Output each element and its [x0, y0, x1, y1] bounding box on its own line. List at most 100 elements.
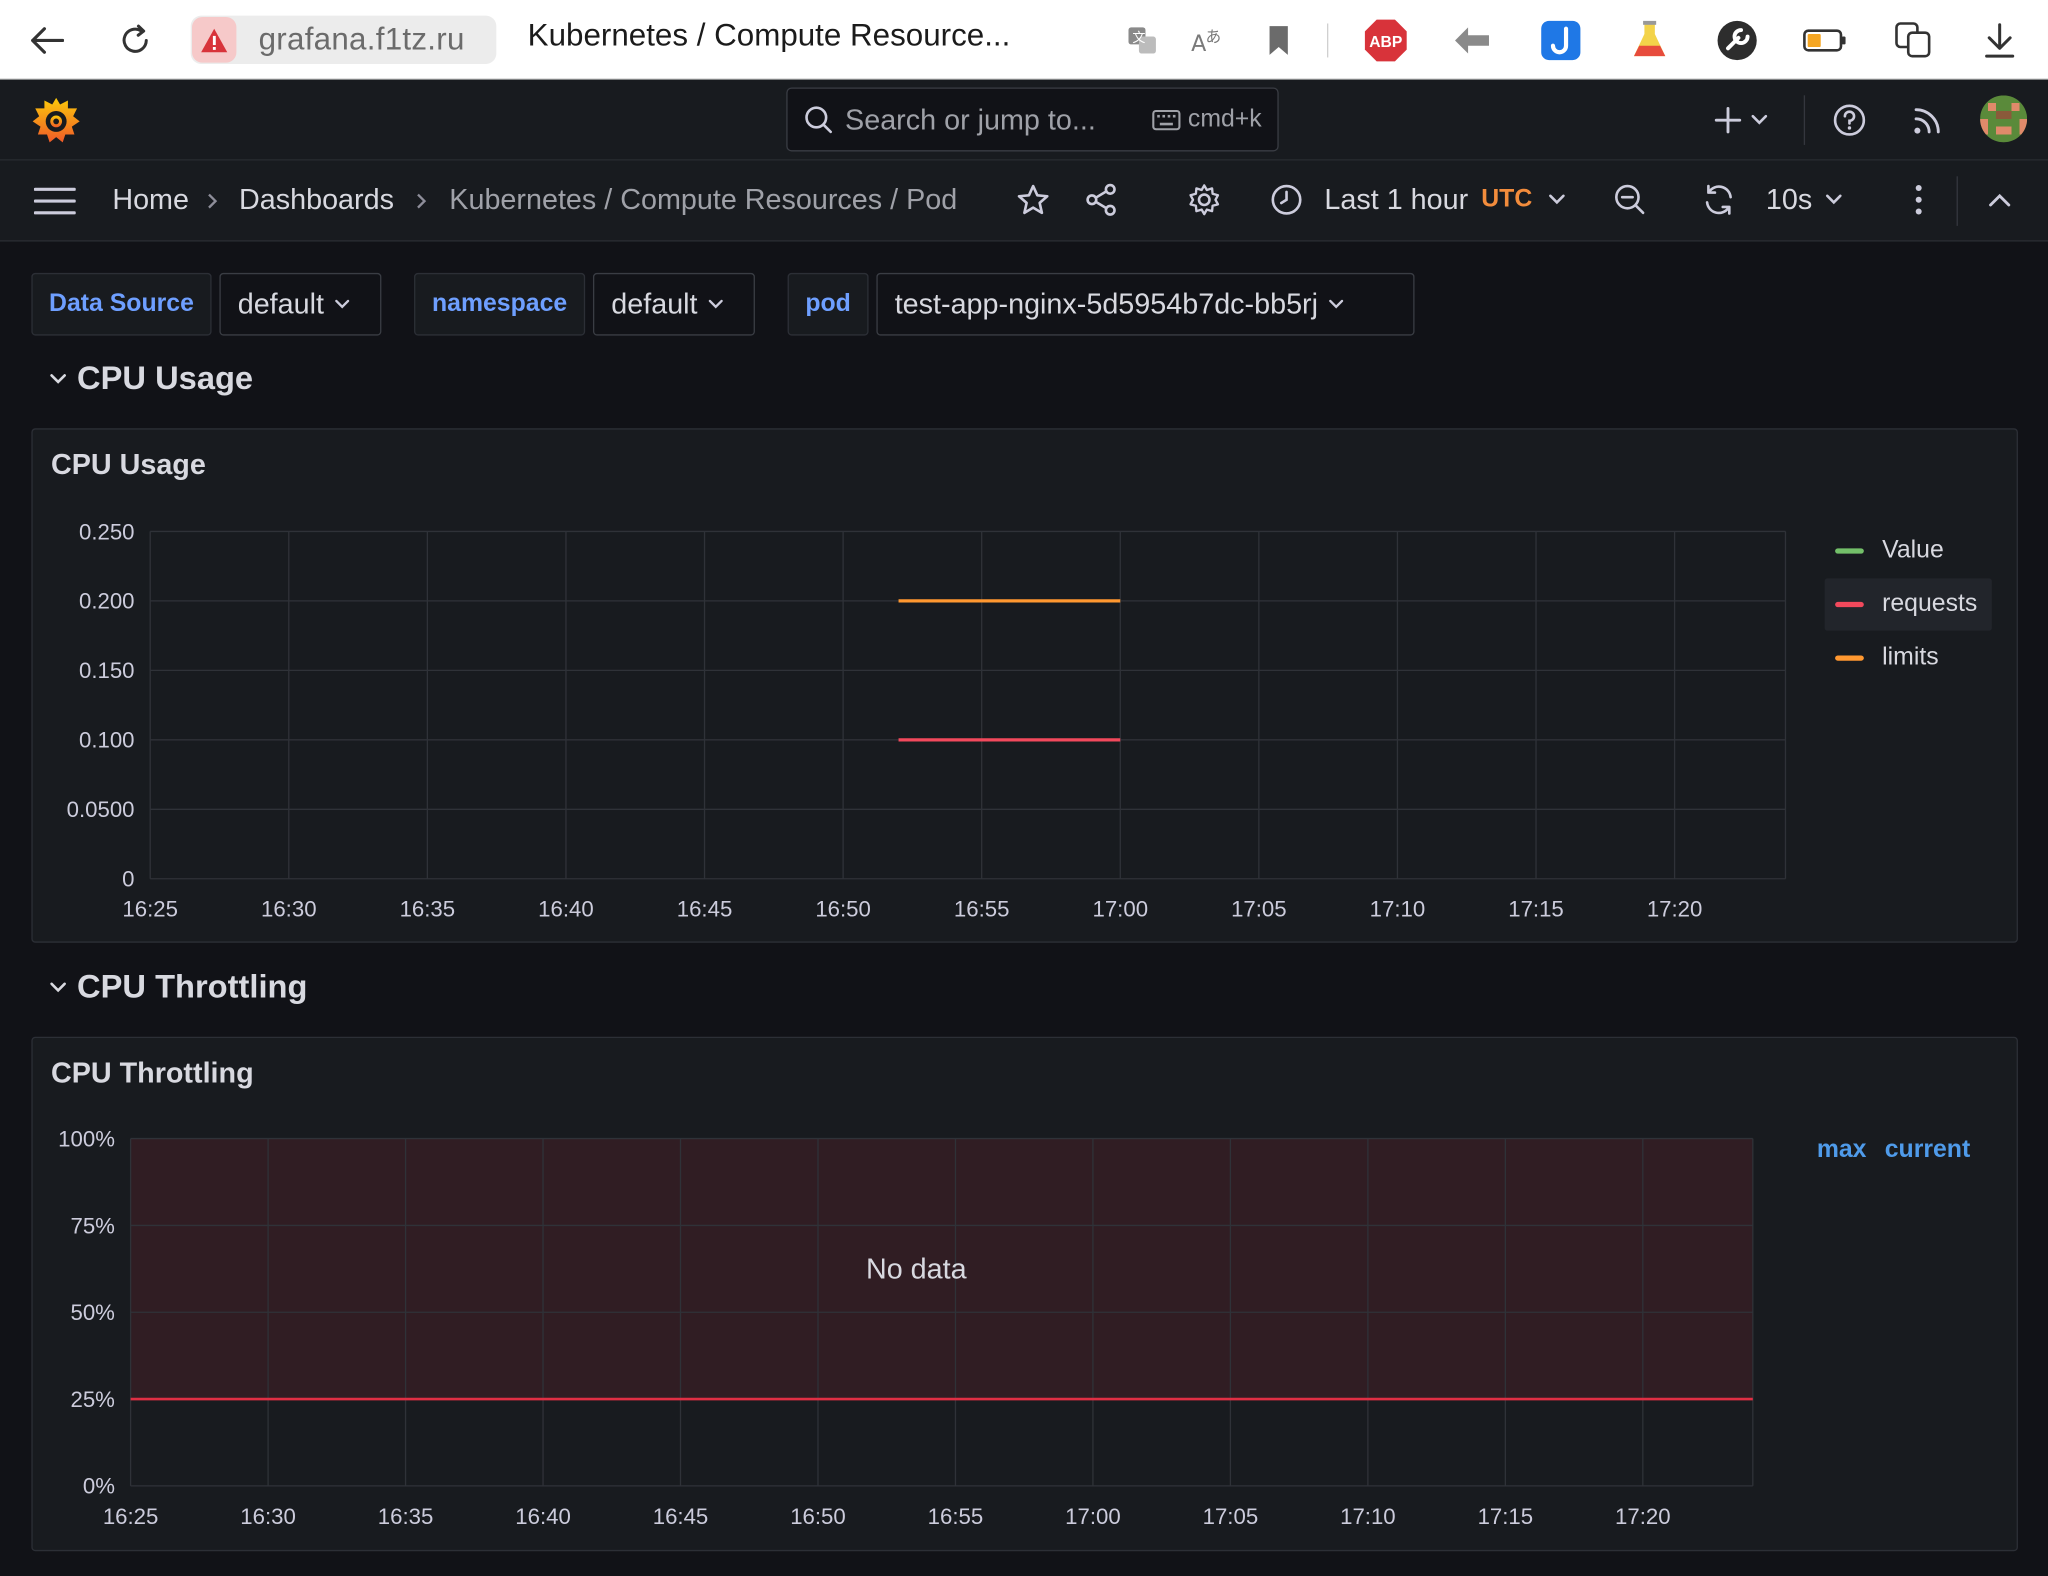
wrench-extension-icon[interactable]	[1715, 18, 1759, 62]
tabs-extension-icon[interactable]	[1891, 18, 1935, 62]
search-icon	[805, 105, 832, 133]
namespace-variable-value: default	[611, 287, 698, 320]
no-data-message: No data	[865, 1252, 967, 1285]
legend-column-current[interactable]: current	[1885, 1136, 1971, 1165]
pod-variable-select[interactable]: test-app-nginx-5d5954b7dc-bb5rj	[876, 272, 1415, 336]
x-tick-label: 17:10	[1340, 1504, 1396, 1529]
refresh-button[interactable]	[1695, 176, 1742, 223]
datasource-variable-select[interactable]: default	[219, 272, 382, 336]
keyboard-icon	[1151, 109, 1180, 130]
chevron-down-icon	[1751, 114, 1768, 125]
panel-cpu-throttling: CPU Throttling 0% 25% 50% 75% 100% 16:25 16:30…	[31, 1036, 2018, 1552]
legend-label: Value	[1882, 536, 1944, 565]
row-cpu-usage[interactable]: CPU Usage	[50, 360, 253, 398]
flask-icon[interactable]	[1627, 18, 1671, 62]
x-tick-label: 16:30	[240, 1504, 296, 1529]
chevron-down-icon	[1826, 194, 1843, 205]
breadcrumb-home[interactable]: Home	[112, 183, 189, 217]
translate-page-icon[interactable]: 文	[1121, 18, 1165, 62]
refresh-interval-picker[interactable]: 10s	[1766, 176, 1860, 223]
bookmark-icon[interactable]	[1256, 18, 1300, 62]
legend-label: requests	[1882, 590, 1978, 618]
y-tick-label: 50%	[71, 1300, 115, 1325]
share-button[interactable]	[1079, 176, 1123, 223]
time-range-label: Last 1 hour	[1324, 182, 1469, 216]
cpu-throttling-chart: 0% 25% 50% 75% 100% 16:25 16:30 16:35 16:40 16:45…	[58, 1126, 1754, 1529]
legend-swatch	[1835, 548, 1864, 554]
x-tick-label: 16:25	[122, 897, 178, 922]
refresh-interval-label: 10s	[1765, 182, 1813, 216]
legend-label: limits	[1882, 643, 1939, 672]
svg-text:A: A	[1191, 31, 1206, 57]
y-tick-label: 0.150	[79, 658, 135, 683]
toolbar-divider	[1956, 176, 1958, 226]
x-tick-label: 17:05	[1231, 897, 1287, 922]
address-bar[interactable]: grafana.f1tz.ru	[190, 15, 497, 64]
reload-icon	[122, 24, 148, 53]
back-button[interactable]	[26, 20, 68, 62]
y-tick-label: 0.0500	[67, 797, 135, 822]
pod-variable-value: test-app-nginx-5d5954b7dc-bb5rj	[894, 287, 1319, 320]
svg-text:ABP: ABP	[1369, 34, 1402, 51]
menu-button[interactable]	[31, 179, 78, 223]
row-cpu-throttling[interactable]: CPU Throttling	[50, 969, 307, 1007]
chevron-right-icon	[208, 193, 218, 209]
search-bar[interactable]: Search or jump to... cmd+k	[786, 87, 1279, 152]
zoom-out-icon	[1615, 184, 1645, 215]
help-button[interactable]	[1826, 97, 1873, 144]
y-tick-label: 0%	[83, 1474, 115, 1499]
text-translate-icon[interactable]: Aあ	[1186, 18, 1230, 62]
hamburger-menu-icon	[33, 187, 76, 215]
datasource-variable-value: default	[237, 287, 324, 320]
x-tick-label: 17:20	[1647, 897, 1703, 922]
collapse-toolbar-button[interactable]	[1977, 176, 2021, 223]
grafana-top-nav: Search or jump to... cmd+k	[0, 79, 2048, 161]
warning-icon[interactable]	[191, 16, 237, 63]
timezone-label: UTC	[1481, 185, 1533, 213]
j-extension-icon[interactable]	[1539, 18, 1583, 62]
legend-column-max[interactable]: max	[1817, 1136, 1867, 1165]
time-picker[interactable]: Last 1 hour UTC	[1270, 176, 1578, 223]
dashboard-toolbar: Home Dashboards Kubernetes / Compute Res…	[0, 160, 2048, 242]
namespace-variable-select[interactable]: default	[592, 272, 755, 336]
grafana-logo-icon[interactable]	[29, 94, 84, 146]
more-options-button[interactable]	[1899, 176, 1938, 223]
chevron-down-icon	[708, 299, 723, 309]
legend-item-value[interactable]: Value	[1825, 525, 1992, 577]
breadcrumb-dashboards[interactable]: Dashboards	[239, 183, 394, 217]
legend-item-limits[interactable]: limits	[1825, 632, 1992, 684]
plus-icon	[1714, 106, 1742, 134]
rss-icon	[1914, 108, 1940, 134]
star-icon	[1017, 184, 1049, 215]
zoom-out-button[interactable]	[1607, 176, 1654, 223]
gear-icon	[1189, 184, 1220, 216]
search-shortcut: cmd+k	[1151, 105, 1262, 134]
x-tick-label: 17:05	[1203, 1504, 1259, 1529]
new-button[interactable]	[1706, 98, 1777, 142]
arrow-left-icon	[31, 27, 64, 54]
legend-item-requests[interactable]: requests	[1824, 578, 1992, 631]
refresh-icon	[1705, 184, 1732, 215]
user-avatar[interactable]	[1980, 95, 2028, 143]
x-tick-label: 17:15	[1478, 1504, 1534, 1529]
datasource-variable-label: Data Source	[31, 272, 212, 336]
news-button[interactable]	[1904, 97, 1951, 144]
extension-arrow-icon[interactable]	[1450, 18, 1494, 62]
chevron-down-icon	[1549, 194, 1565, 205]
download-icon[interactable]	[1977, 18, 2021, 62]
toolbar-divider	[1327, 23, 1329, 58]
star-button[interactable]	[1011, 176, 1055, 223]
svg-text:あ: あ	[1206, 27, 1222, 46]
adblock-plus-icon[interactable]: ABP	[1364, 18, 1408, 62]
x-tick-label: 17:10	[1370, 897, 1426, 922]
settings-button[interactable]	[1181, 176, 1228, 223]
y-tick-label: 25%	[71, 1387, 115, 1412]
battery-icon[interactable]	[1802, 18, 1846, 62]
chevron-down-icon	[50, 982, 66, 993]
x-tick-label: 16:50	[815, 897, 871, 922]
share-icon	[1086, 183, 1116, 216]
row-title-text: CPU Usage	[77, 360, 254, 397]
y-tick-label: 75%	[71, 1213, 115, 1238]
reload-button[interactable]	[115, 20, 157, 62]
chevron-down-icon	[1329, 299, 1344, 309]
